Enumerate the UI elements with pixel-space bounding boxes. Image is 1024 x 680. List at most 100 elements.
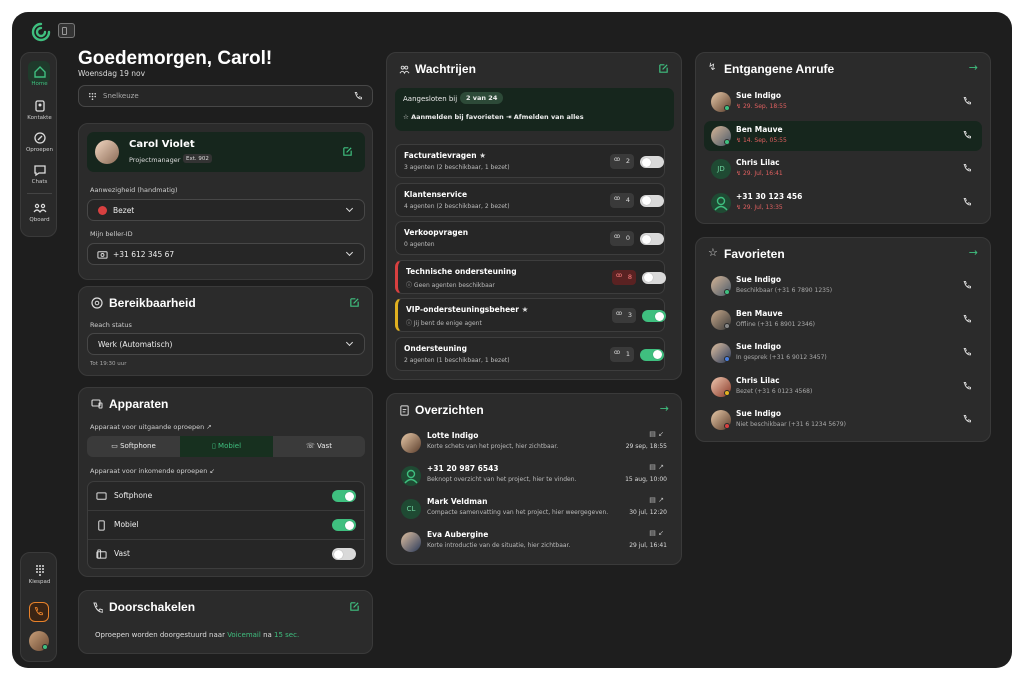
call-forward-icon — [93, 602, 103, 613]
queue-sub: ⓘ Jij bent de enige agent — [406, 320, 482, 327]
favorite-item[interactable]: Ben Mauve Offline (+31 6 8901 2346) — [704, 305, 982, 335]
queue-name: VIP-ondersteuningsbeheer ★ — [406, 305, 529, 314]
sidebar-toggle-button[interactable] — [58, 23, 75, 38]
missed-calls-title: Entgangene Anrufe — [724, 62, 835, 76]
queue-toggle[interactable] — [640, 156, 664, 168]
overview-date: 29 jul, 16:41 — [629, 542, 667, 549]
join-favorites-button[interactable]: ☆ Aanmelden bij favorieten — [403, 113, 504, 121]
external-link-icon[interactable] — [658, 63, 669, 74]
favorite-item[interactable]: Sue Indigo In gesprek (+31 6 9012 3457) — [704, 338, 982, 368]
presence-select[interactable]: Bezet — [87, 199, 365, 221]
queue-name: Ondersteuning — [404, 343, 467, 353]
queue-item[interactable]: Facturatievragen ★ 3 agenten (2 beschikb… — [395, 144, 665, 178]
reach-status-select[interactable]: Werk (Automatisch) — [87, 333, 365, 355]
star-icon: ☆ — [708, 246, 718, 259]
busy-status-dot — [98, 206, 107, 215]
avatar: JD — [711, 159, 731, 179]
tab-vast[interactable]: ☏ Vast — [273, 436, 365, 457]
phone-icon[interactable] — [962, 280, 972, 290]
phone-icon[interactable] — [962, 197, 972, 207]
queue-name: Facturatievragen ★ — [404, 151, 486, 160]
queue-toggle[interactable] — [642, 310, 666, 322]
phone-icon[interactable] — [962, 314, 972, 324]
sidebar-item-qboard[interactable]: Qboard — [21, 201, 58, 223]
note-direction-icon: ▤ ↙ — [649, 529, 664, 537]
sidebar-item-home[interactable]: Home — [21, 61, 58, 87]
favorite-item[interactable]: Sue Indigo Niet beschikbaar (+31 6 1234 … — [704, 405, 982, 435]
missed-call-item[interactable]: JD Chris Lilac ↯ 29. Jul, 16:41 — [704, 154, 982, 184]
profile-role: Projectmanager — [129, 156, 181, 164]
overview-item[interactable]: +31 20 987 6543 Beknopt overzicht van he… — [397, 463, 667, 493]
joined-label: Aangesloten bij — [403, 95, 458, 103]
overview-item[interactable]: Eva Aubergine Korte introductie van de s… — [397, 529, 667, 559]
desk-phone-toggle[interactable] — [332, 548, 356, 560]
overview-desc: Korte schets van het project, hier zicht… — [427, 443, 559, 450]
phone-icon[interactable] — [962, 347, 972, 357]
missed-call-item[interactable]: +31 30 123 456 ↯ 29. Jul, 13:35 — [704, 188, 982, 218]
avatar — [401, 433, 421, 453]
overview-desc: Compacte samenvatting van het project, h… — [427, 509, 609, 516]
missed-call-item[interactable]: Ben Mauve ↯ 14. Sep, 05:55 — [704, 120, 982, 151]
sidebar-item-chats[interactable]: Chats — [21, 163, 58, 185]
phone-icon[interactable] — [962, 163, 972, 173]
phone-icon[interactable] — [353, 91, 363, 101]
queue-toggle[interactable] — [640, 233, 664, 245]
external-link-icon[interactable] — [349, 601, 360, 612]
arrow-right-icon[interactable]: → — [660, 402, 669, 415]
forward-target-link[interactable]: Voicemail — [227, 631, 261, 639]
arrow-right-icon[interactable]: → — [969, 246, 978, 259]
sidebar-item-oproepen[interactable]: Oproepen — [21, 131, 58, 153]
mobile-toggle[interactable] — [332, 519, 356, 531]
forward-text: Oproepen worden doorgestuurd naar Voicem… — [95, 631, 299, 639]
queue-toggle[interactable] — [640, 194, 664, 207]
chevron-down-icon — [345, 204, 354, 213]
app-window: Home Kontakte Oproepen Chats Qboard Kies… — [12, 12, 1012, 668]
keypad-button[interactable]: Kiespad — [21, 563, 58, 585]
favorites-title: Favorieten — [724, 247, 785, 261]
queue-name: Verkoopvragen — [404, 228, 469, 237]
active-call-button[interactable] — [29, 602, 49, 622]
favorite-item[interactable]: Sue Indigo Beschikbaar (+31 6 7890 1235) — [704, 271, 982, 301]
tab-mobiel[interactable]: ▯ Mobiel — [180, 436, 273, 457]
queue-name: Technische ondersteuning — [406, 266, 517, 276]
queue-item[interactable]: VIP-ondersteuningsbeheer ★ ⓘ Jij bent de… — [395, 298, 666, 332]
overview-icon — [400, 405, 409, 416]
forward-delay-link[interactable]: 15 sec. — [274, 631, 299, 639]
queue-toggle[interactable] — [642, 271, 666, 284]
quickdial-input[interactable]: Snelkeuze — [78, 85, 373, 107]
caller-name: Sue Indigo — [736, 91, 782, 100]
queue-item[interactable]: Klantenservice 4 agenten (2 beschikbaar,… — [395, 182, 665, 217]
queue-sub: 0 agenten — [404, 241, 435, 248]
devices-card: Apparaten Apparaat voor uitgaande oproep… — [78, 387, 373, 577]
devices-icon — [91, 399, 103, 409]
queue-toggle[interactable] — [640, 348, 664, 361]
missed-call-item[interactable]: Sue Indigo ↯ 29. Sep, 18:55 — [704, 87, 982, 117]
overview-name: Lotte Indigo — [427, 431, 479, 440]
qboard-icon — [33, 203, 46, 213]
agents-icon: ꝏ — [614, 194, 621, 202]
edit-icon[interactable] — [342, 146, 353, 157]
note-direction-icon: ▤ ↙ — [649, 430, 664, 438]
user-avatar[interactable] — [29, 631, 49, 651]
sidebar-item-label: Qboard — [29, 217, 50, 223]
queue-item[interactable]: Ondersteuning 2 agenten (1 beschikbaar, … — [395, 336, 665, 371]
phone-icon[interactable] — [962, 96, 972, 106]
favorites-card: ☆ Favorieten → Sue Indigo Beschikbaar (+… — [695, 237, 991, 442]
overview-item[interactable]: CL Mark Veldman Compacte samenvatting van… — [397, 496, 667, 526]
phone-icon[interactable] — [962, 381, 972, 391]
phone-icon[interactable] — [962, 414, 972, 424]
logout-all-button[interactable]: ⇥ Afmelden van alles — [506, 113, 584, 121]
external-link-icon[interactable] — [349, 297, 360, 308]
tab-softphone[interactable]: ▭ Softphone — [87, 436, 180, 457]
agent-count-badge: ꝏ1 — [610, 346, 634, 362]
phone-icon[interactable] — [962, 130, 972, 140]
queue-item[interactable]: Technische ondersteuning ⓘ Geen agenten … — [395, 259, 666, 294]
sidebar-item-kontakte[interactable]: Kontakte — [21, 99, 58, 121]
overview-item[interactable]: Lotte Indigo Korte schets van het projec… — [397, 430, 667, 460]
queue-item[interactable]: Verkoopvragen 0 agenten ꝏ0 — [395, 221, 665, 255]
softphone-toggle[interactable] — [332, 490, 356, 502]
arrow-right-icon[interactable]: → — [969, 61, 978, 74]
callerid-select[interactable]: +31 612 345 67 — [87, 243, 365, 265]
favorite-item[interactable]: Chris Lilac Bezet (+31 6 0123 4568) — [704, 372, 982, 402]
overview-date: 29 sep, 18:55 — [625, 443, 667, 450]
